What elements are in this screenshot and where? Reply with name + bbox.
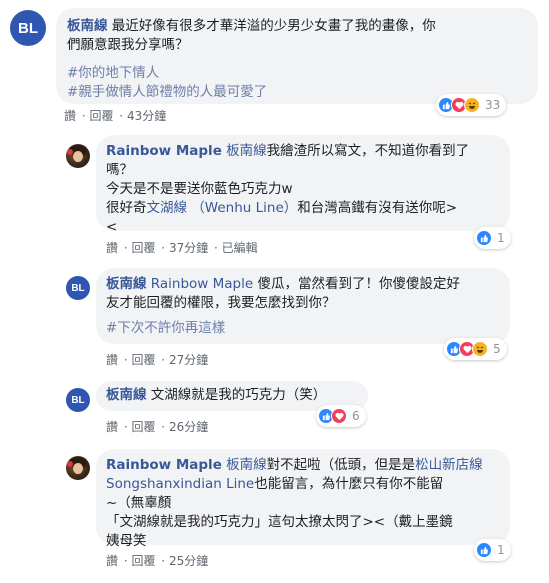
timestamp[interactable]: 37分鐘 — [169, 241, 208, 255]
comment-bubble: Rainbow Maple 板南線對不起啦（低頭，但是是松山新店線 Songsh… — [96, 449, 510, 549]
comment-text: 板南線 最近好像有很多才華洋溢的少男少女畫了我的畫像，你 — [67, 17, 527, 36]
reply-link[interactable]: 回覆 — [131, 353, 155, 367]
avatar[interactable] — [66, 456, 90, 480]
reaction-count: 1 — [497, 231, 505, 245]
comment-line-text: 也能留言，為什麼只有你不能留 — [254, 476, 444, 492]
reaction-summary[interactable]: 6 — [316, 405, 366, 427]
haha-icon — [472, 341, 488, 357]
comment-line: 今天是不是要送你藍色巧克力w — [106, 181, 293, 197]
comment-line: 「文湖線就是我的巧克力」這句太撩太閃了><（戴上墨鏡 — [106, 514, 453, 530]
mention-link[interactable]: 板南線 — [226, 143, 267, 159]
reaction-count: 5 — [493, 342, 501, 356]
comment-line: ~（無辜顏 — [106, 495, 172, 511]
reaction-count: 6 — [352, 409, 360, 423]
comment-actions: 讚 · 回覆 · 37分鐘 · 已編輯 — [106, 241, 258, 255]
author-name[interactable]: Rainbow Maple — [106, 143, 222, 159]
comment-line: 們願意跟我分享嗎？ — [67, 37, 189, 53]
like-link[interactable]: 讚 — [106, 241, 118, 255]
reply-link[interactable]: 回覆 — [131, 420, 155, 434]
avatar[interactable]: BL — [10, 10, 46, 46]
comment-text: Rainbow Maple 板南線我繪渣所以寫文，不知道你看到了 — [106, 142, 500, 161]
avatar-initials: BL — [71, 394, 85, 406]
love-icon — [331, 408, 347, 424]
hashtag-link[interactable]: #下次不許你再這樣 — [106, 319, 500, 338]
comment-text: 板南線 Rainbow Maple 傻瓜，當然看到了！你傻傻設定好 — [106, 275, 500, 294]
timestamp[interactable]: 27分鐘 — [169, 353, 208, 367]
like-icon — [476, 230, 492, 246]
comment-actions: 讚 · 回覆 · 27分鐘 — [106, 353, 209, 367]
comment-line: 嗎？ — [106, 162, 133, 178]
mention-link[interactable]: 文湖線 （Wenhu Line） — [147, 200, 298, 216]
comment-actions: 讚 · 回覆 · 26分鐘 — [106, 420, 209, 434]
comment-line-text: 對不起啦（低頭，但是是 — [266, 457, 416, 473]
timestamp[interactable]: 25分鐘 — [169, 554, 208, 568]
timestamp[interactable]: 43分鐘 — [127, 109, 166, 123]
like-link[interactable]: 讚 — [106, 420, 118, 434]
avatar[interactable] — [66, 144, 90, 168]
comment-thread: BL 板南線 最近好像有很多才華洋溢的少男少女畫了我的畫像，你 們願意跟我分享嗎… — [0, 0, 549, 583]
reaction-summary[interactable]: 1 — [474, 227, 511, 249]
like-icon — [476, 542, 492, 558]
reaction-summary[interactable]: 1 — [474, 539, 511, 561]
author-name[interactable]: 板南線 — [106, 276, 147, 292]
comment-line: 我繪渣所以寫文，不知道你看到了 — [266, 143, 470, 159]
avatar[interactable]: BL — [66, 388, 90, 412]
comment-line: Songshanxindian Line也能留言，為什麼只有你不能留 — [106, 475, 500, 494]
mention-link[interactable]: Songshanxindian Line — [106, 476, 254, 492]
reaction-count: 1 — [497, 543, 505, 557]
avatar-initials: BL — [71, 282, 85, 294]
author-name[interactable]: Rainbow Maple — [106, 457, 222, 473]
comment-line-text: 和台灣高鐵有沒有送你呢> — [297, 200, 458, 216]
comment-line-text: 傻瓜，當然看到了！你傻傻設定好 — [257, 276, 460, 292]
reply-link[interactable]: 回覆 — [131, 554, 155, 568]
avatar[interactable]: BL — [66, 276, 90, 300]
author-name[interactable]: 板南線 — [67, 18, 108, 34]
comment-line: 姨母笑 — [106, 533, 147, 549]
reaction-count: 33 — [485, 98, 501, 112]
like-link[interactable]: 讚 — [106, 554, 118, 568]
like-link[interactable]: 讚 — [106, 353, 118, 367]
comment-text: 文湖線就是我的巧克力（笑） — [150, 387, 327, 403]
comment-bubble: Rainbow Maple 板南線我繪渣所以寫文，不知道你看到了 嗎？ 今天是不… — [96, 135, 510, 235]
comment-bubble: 板南線 Rainbow Maple 傻瓜，當然看到了！你傻傻設定好 友才能回覆的… — [96, 268, 510, 344]
mention-link[interactable]: 板南線 — [226, 457, 267, 473]
comment-line: 最近好像有很多才華洋溢的少男少女畫了我的畫像，你 — [111, 18, 436, 34]
comment-bubble: 板南線 最近好像有很多才華洋溢的少男少女畫了我的畫像，你 們願意跟我分享嗎？ #… — [56, 8, 538, 104]
comment-line: 友才能回覆的權限，我要怎麼找到你？ — [106, 295, 336, 311]
edited-label[interactable]: 已編輯 — [222, 241, 258, 255]
reply-link[interactable]: 回覆 — [131, 241, 155, 255]
author-name[interactable]: 板南線 — [106, 387, 147, 403]
mention-link[interactable]: Rainbow Maple — [151, 276, 253, 292]
like-link[interactable]: 讚 — [64, 109, 76, 123]
hashtag-link[interactable]: #你的地下情人 — [67, 64, 527, 83]
haha-icon — [464, 97, 480, 113]
avatar-initials: BL — [18, 19, 38, 37]
comment-line: < — [106, 219, 118, 235]
timestamp[interactable]: 26分鐘 — [169, 420, 208, 434]
reaction-summary[interactable]: 5 — [444, 338, 507, 360]
reaction-summary[interactable]: 33 — [436, 94, 507, 116]
comment-text: Rainbow Maple 板南線對不起啦（低頭，但是是松山新店線 — [106, 456, 500, 475]
comment-line: 很好奇文湖線 （Wenhu Line）和台灣高鐵有沒有送你呢> — [106, 199, 500, 218]
comment-actions: 讚 · 回覆 · 25分鐘 — [106, 554, 209, 568]
reply-link[interactable]: 回覆 — [89, 109, 113, 123]
comment-actions: 讚 · 回覆 · 43分鐘 — [64, 109, 167, 123]
comment-line-text: 很好奇 — [106, 200, 147, 216]
mention-link[interactable]: 松山新店線 — [415, 457, 483, 473]
